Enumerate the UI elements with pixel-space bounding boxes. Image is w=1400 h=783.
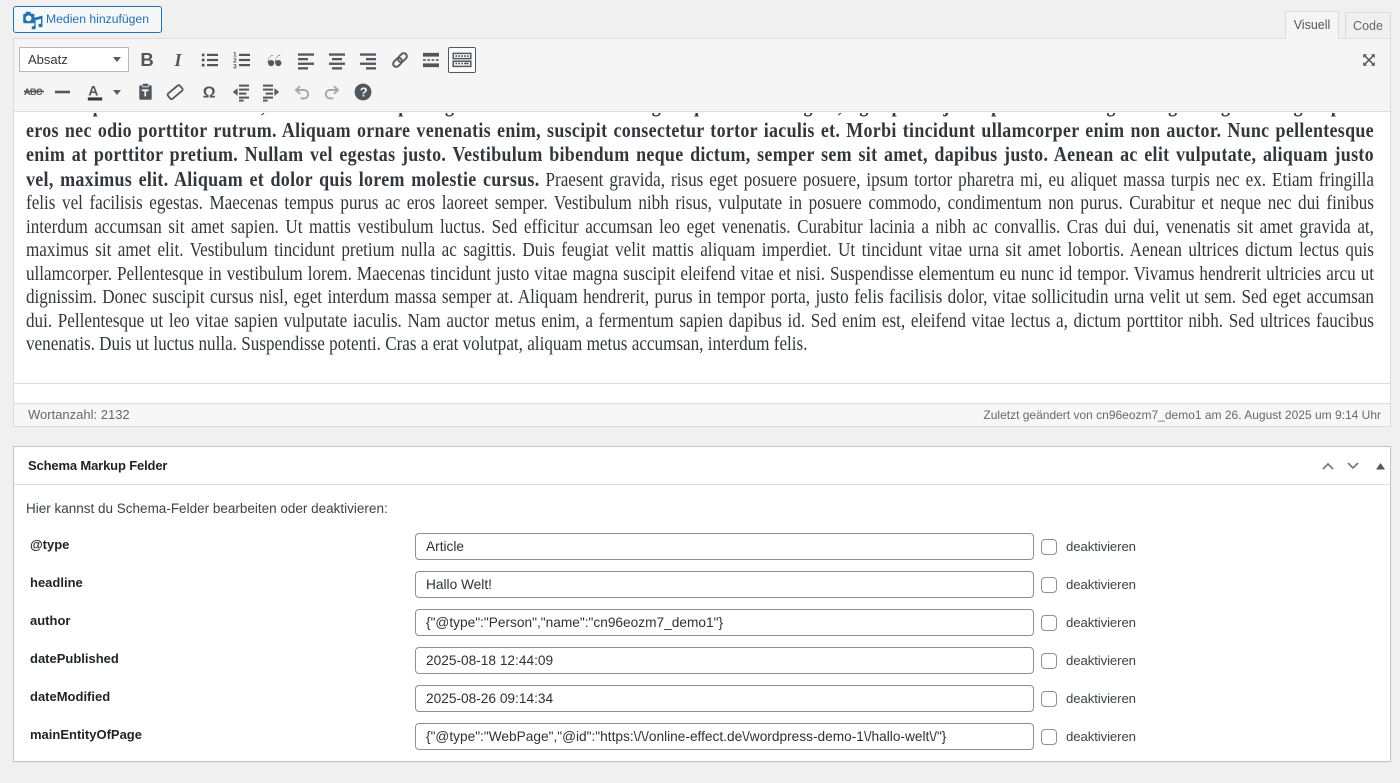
- svg-text:Ω: Ω: [203, 84, 216, 101]
- svg-text:3: 3: [233, 64, 237, 71]
- svg-text:?: ?: [360, 85, 368, 100]
- svg-text:A: A: [88, 82, 98, 98]
